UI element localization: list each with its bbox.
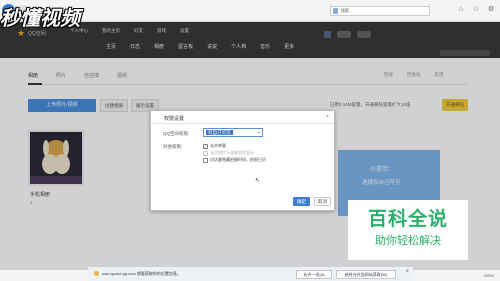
gear-icon[interactable]: ⚙ <box>486 5 496 15</box>
allow-repost-option[interactable]: ✓ 允许转载 <box>203 143 226 149</box>
status-bar-right: 100% <box>413 270 500 281</box>
hide-time-option[interactable]: 对访客隐藏拍摄时间，拍照日历 <box>203 157 266 163</box>
notification-text: user.qzone.qq.com 想要获取你的位置信息。 <box>102 271 181 276</box>
address-bar[interactable]: 搜索... <box>330 6 430 16</box>
allow-once-button[interactable]: 允许一次(A) <box>296 270 332 279</box>
close-icon[interactable]: × <box>405 269 409 275</box>
star-icon[interactable]: ☆ <box>471 5 481 15</box>
checkbox[interactable] <box>203 157 208 163</box>
sync-display-option[interactable]: 允许相片与说说同步显示 <box>203 150 254 156</box>
cancel-button[interactable]: 取消 <box>314 197 331 206</box>
permission-dialog: 权限设置 × QQ空间权限: 仅自己可见 ⌄ 对他权限: ✓ 允许转载 允许相片… <box>150 110 335 211</box>
hide-time-label: 对访客隐藏拍摄时间，拍照日历 <box>210 157 266 162</box>
sync-display-label: 允许相片与说说同步显示 <box>210 150 254 155</box>
visibility-label: 对他权限: <box>163 144 183 149</box>
allow-repost-label: 允许转载 <box>210 143 226 148</box>
dialog-title: 权限设置 <box>164 116 185 122</box>
dialog-divider <box>151 123 334 124</box>
mouse-cursor-icon: ↖ <box>255 178 261 184</box>
checkbox[interactable] <box>203 150 208 156</box>
status-bar-left <box>0 270 88 281</box>
location-icon <box>94 271 99 276</box>
search-icon <box>333 8 338 14</box>
home-icon[interactable]: ⌂ <box>456 5 466 15</box>
address-text: 搜索... <box>341 8 353 13</box>
watermark-logo: 秒懂视频 <box>0 6 80 30</box>
baidu-title: 百科全说 <box>367 208 448 230</box>
browser-icons: ⌂ ☆ ⚙ <box>456 5 496 15</box>
permission-select[interactable]: 仅自己可见 ⌄ <box>203 128 263 137</box>
baidu-subtitle: 助你轻松解决 <box>375 234 441 247</box>
chevron-down-icon: ⌄ <box>256 129 261 135</box>
baidu-baike-badge: 百科全说 助你轻松解决 <box>348 200 468 260</box>
permission-selected-value: 仅自己可见 <box>206 130 233 135</box>
zoom-level[interactable]: 100% <box>484 273 494 278</box>
always-allow-button[interactable]: 始终允许此网站获取(W) <box>336 270 396 279</box>
checkbox-checked[interactable]: ✓ <box>203 143 208 149</box>
location-notification-bar: user.qzone.qq.com 想要获取你的位置信息。 允许一次(A) 始终… <box>88 266 413 281</box>
permission-label: QQ空间权限: <box>163 131 190 136</box>
close-icon[interactable]: × <box>325 114 329 120</box>
confirm-button[interactable]: 确定 <box>293 197 310 206</box>
